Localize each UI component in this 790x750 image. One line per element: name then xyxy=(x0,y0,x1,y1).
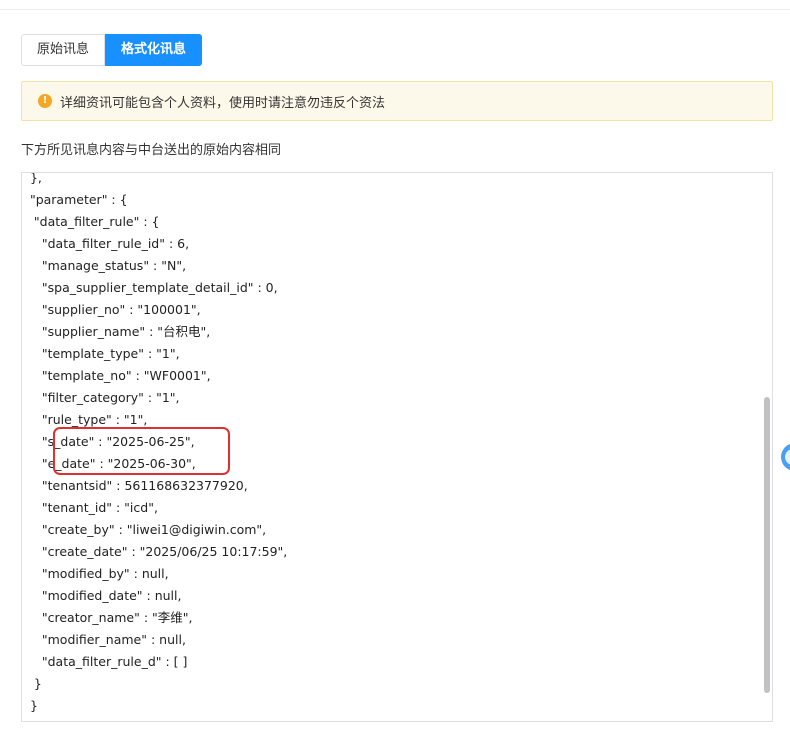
code-line: } xyxy=(22,676,42,691)
code-line: "create_date" : "2025/06/25 10:17:59", xyxy=(22,544,288,559)
warning-icon: ! xyxy=(38,94,52,108)
privacy-warning-banner: ! 详细资讯可能包含个人资料，使用时请注意勿违反个资法 xyxy=(21,81,773,121)
code-line: }, xyxy=(22,172,42,185)
code-line: "supplier_name" : "台积电", xyxy=(22,324,211,339)
side-float-icon xyxy=(785,449,790,465)
code-line: "rule_type" : "1", xyxy=(22,412,148,427)
code-line: "filter_category" : "1", xyxy=(22,390,180,405)
warning-text: 详细资讯可能包含个人资料，使用时请注意勿违反个资法 xyxy=(60,95,386,111)
code-line: "template_type" : "1", xyxy=(22,346,180,361)
code-line: "spa_supplier_template_detail_id" : 0, xyxy=(22,280,278,295)
top-divider xyxy=(0,9,790,10)
code-line: "s_date" : "2025-06-25", xyxy=(22,434,195,449)
code-line: "create_by" : "liwei1@digiwin.com", xyxy=(22,522,267,537)
code-line: "creator_name" : "李维", xyxy=(22,610,193,625)
code-line: "modified_by" : null, xyxy=(22,566,169,581)
code-line: "parameter" : { xyxy=(22,192,128,207)
code-line: "template_no" : "WF0001", xyxy=(22,368,211,383)
content-note: 下方所见讯息内容与中台送出的原始内容相同 xyxy=(21,143,282,158)
code-line: "supplier_no" : "100001", xyxy=(22,302,201,317)
code-line: "tenantsid" : 561168632377920, xyxy=(22,478,248,493)
code-line: "modified_date" : null, xyxy=(22,588,182,603)
code-line: "manage_status" : "N", xyxy=(22,258,187,273)
formatted-message-viewer[interactable]: }, "parameter" : { "data_filter_rule" : … xyxy=(21,172,773,722)
code-line: "modifier_name" : null, xyxy=(22,632,186,647)
tab-formatted-message[interactable]: 格式化讯息 xyxy=(105,34,203,66)
code-line: "tenant_id" : "icd", xyxy=(22,500,158,515)
vertical-scrollbar[interactable] xyxy=(764,397,770,693)
json-content: }, "parameter" : { "data_filter_rule" : … xyxy=(22,172,288,717)
side-float-button[interactable] xyxy=(781,443,790,471)
code-line: "data_filter_rule" : { xyxy=(22,214,160,229)
code-line: "e_date" : "2025-06-30", xyxy=(22,456,196,471)
code-line: "data_filter_rule_id" : 6, xyxy=(22,236,190,251)
code-line: "data_filter_rule_d" : [ ] xyxy=(22,654,188,669)
message-view-tabs: 原始讯息 格式化讯息 xyxy=(21,34,203,66)
code-line: } xyxy=(22,698,38,713)
tab-raw-message[interactable]: 原始讯息 xyxy=(21,34,106,66)
